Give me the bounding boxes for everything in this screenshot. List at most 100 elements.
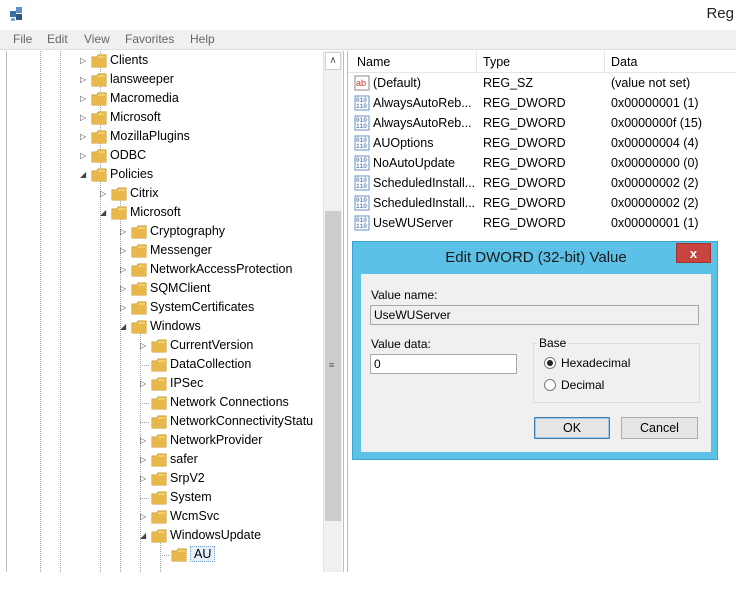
- tree-node[interactable]: ▷ SystemCertificates: [120, 299, 323, 318]
- tree-node[interactable]: ▷ IPSec: [140, 375, 323, 394]
- tree-node-label: Citrix: [130, 186, 159, 200]
- tree-node-label: CurrentVersion: [170, 338, 254, 352]
- collapse-arrow-icon[interactable]: ◢: [80, 171, 88, 179]
- menu-favorites[interactable]: Favorites: [125, 32, 174, 46]
- expand-arrow-icon[interactable]: ▷: [80, 57, 88, 65]
- expand-arrow-icon[interactable]: ▷: [100, 190, 108, 198]
- menu-view[interactable]: View: [84, 32, 110, 46]
- expand-arrow-icon[interactable]: ▷: [120, 266, 128, 274]
- tree-node-label: IPSec: [170, 376, 204, 390]
- tree-node[interactable]: ▷ Cryptography: [120, 223, 323, 242]
- tree-node-label: lansweeper: [110, 72, 174, 86]
- collapse-arrow-icon[interactable]: ◢: [140, 532, 148, 540]
- tree-node-label: Messenger: [150, 243, 212, 257]
- ok-button[interactable]: OK: [534, 417, 610, 439]
- tree-node[interactable]: ◢ WindowsUpdate: [140, 527, 323, 546]
- tree-node[interactable]: ▷ SrpV2: [140, 470, 323, 489]
- column-data-header[interactable]: Data: [611, 55, 637, 69]
- decimal-radio[interactable]: Decimal: [544, 377, 644, 393]
- collapse-arrow-icon[interactable]: ◢: [120, 323, 128, 331]
- column-type-header[interactable]: Type: [483, 55, 510, 69]
- expand-arrow-icon[interactable]: ▷: [120, 228, 128, 236]
- tree-node[interactable]: ◢ Microsoft: [100, 204, 323, 223]
- tree-node[interactable]: ▷ Messenger: [120, 242, 323, 261]
- tree-node[interactable]: ▷ Macromedia: [80, 90, 323, 109]
- expand-arrow-icon[interactable]: ▷: [80, 152, 88, 160]
- expand-arrow-icon[interactable]: ▷: [140, 513, 148, 521]
- tree-node[interactable]: ▷ MozillaPlugins: [80, 128, 323, 147]
- expand-arrow-icon[interactable]: ▷: [80, 95, 88, 103]
- expand-arrow-icon[interactable]: ▷: [140, 475, 148, 483]
- tree-node[interactable]: ▷ safer: [140, 451, 323, 470]
- list-row[interactable]: ab (Default) REG_SZ (value not set): [348, 73, 736, 93]
- binary-value-icon: 010110: [354, 135, 370, 151]
- tree-node[interactable]: ▷ Clients: [80, 52, 323, 71]
- tree-node[interactable]: ▷ Citrix: [100, 185, 323, 204]
- tree-node[interactable]: DataCollection: [140, 356, 323, 375]
- menu-file[interactable]: File: [13, 32, 32, 46]
- tree-node[interactable]: System: [140, 489, 323, 508]
- folder-icon: [91, 130, 107, 144]
- tree-node-label: SQMClient: [150, 281, 211, 295]
- folder-icon: [151, 415, 167, 429]
- list-row[interactable]: 010 110 ScheduledInstall... REG_DWORD 0x0000…: [348, 173, 736, 193]
- tree-node[interactable]: ▷ SQMClient: [120, 280, 323, 299]
- folder-icon: [91, 168, 107, 182]
- tree-node-label: System: [170, 490, 212, 504]
- tree-node[interactable]: ▷ ODBC: [80, 147, 323, 166]
- tree-node[interactable]: NetworkConnectivityStatu: [140, 413, 323, 432]
- expand-arrow-icon[interactable]: ▷: [80, 133, 88, 141]
- list-row[interactable]: 010 110 ScheduledInstall... REG_DWORD 0x0000…: [348, 193, 736, 213]
- value-data-field[interactable]: [370, 354, 517, 374]
- scroll-up-button[interactable]: ∧: [325, 52, 341, 70]
- close-button[interactable]: x: [676, 243, 711, 263]
- expand-arrow-icon[interactable]: ▷: [140, 380, 148, 388]
- tree-node[interactable]: ▷ WcmSvc: [140, 508, 323, 527]
- list-row[interactable]: 010 110 NoAutoUpdate REG_DWORD 0x00000000 (0…: [348, 153, 736, 173]
- expand-arrow-icon[interactable]: ▷: [80, 76, 88, 84]
- tree-node-label: Cryptography: [150, 224, 226, 238]
- expand-arrow-icon[interactable]: ▷: [140, 437, 148, 445]
- tree-node[interactable]: ▷ lansweeper: [80, 71, 323, 90]
- cell-data: 0x00000004 (4): [611, 136, 699, 150]
- list-row[interactable]: 010 110 UseWUServer REG_DWORD 0x00000001 (1): [348, 213, 736, 233]
- folder-icon: [151, 377, 167, 391]
- list-row[interactable]: 010 110 AlwaysAutoReb... REG_DWORD 0x0000000…: [348, 113, 736, 133]
- binary-value-icon: 010110: [354, 155, 370, 171]
- expand-arrow-icon[interactable]: ▷: [120, 247, 128, 255]
- expand-arrow-icon[interactable]: ▷: [140, 342, 148, 350]
- svg-text:110: 110: [356, 203, 367, 210]
- folder-icon: [111, 187, 127, 201]
- cell-type: REG_DWORD: [483, 216, 566, 230]
- expand-arrow-icon[interactable]: ▷: [80, 114, 88, 122]
- menu-help[interactable]: Help: [190, 32, 215, 46]
- tree-node-label: Microsoft: [130, 205, 181, 219]
- list-row[interactable]: 010 110 AlwaysAutoReb... REG_DWORD 0x0000000…: [348, 93, 736, 113]
- collapse-arrow-icon[interactable]: ◢: [100, 209, 108, 217]
- tree-scrollbar[interactable]: ∧ ≡: [323, 51, 342, 572]
- hexadecimal-radio[interactable]: Hexadecimal: [544, 355, 644, 371]
- tree-node[interactable]: ▷ Microsoft: [80, 109, 323, 128]
- menu-edit[interactable]: Edit: [47, 32, 68, 46]
- cell-type: REG_DWORD: [483, 196, 566, 210]
- column-name-header[interactable]: Name: [357, 55, 390, 69]
- tree-node[interactable]: AU: [160, 546, 323, 565]
- tree-node[interactable]: ▷ NetworkProvider: [140, 432, 323, 451]
- tree-node-label: Network Connections: [170, 395, 289, 409]
- value-name-field[interactable]: [370, 305, 699, 325]
- expand-arrow-icon[interactable]: ▷: [140, 456, 148, 464]
- tree-node-label: MozillaPlugins: [110, 129, 190, 143]
- scroll-thumb[interactable]: ≡: [325, 211, 341, 521]
- folder-icon: [91, 92, 107, 106]
- cell-name: ScheduledInstall...: [373, 176, 476, 190]
- tree-node[interactable]: ◢ Windows: [120, 318, 323, 337]
- tree-node-label: NetworkAccessProtection: [150, 262, 293, 276]
- tree-node[interactable]: Network Connections: [140, 394, 323, 413]
- cancel-button[interactable]: Cancel: [621, 417, 698, 439]
- expand-arrow-icon[interactable]: ▷: [120, 304, 128, 312]
- tree-node[interactable]: ▷ NetworkAccessProtection: [120, 261, 323, 280]
- list-row[interactable]: 010 110 AUOptions REG_DWORD 0x00000004 (4): [348, 133, 736, 153]
- tree-node[interactable]: ◢ Policies: [80, 166, 323, 185]
- expand-arrow-icon[interactable]: ▷: [120, 285, 128, 293]
- tree-node[interactable]: ▷ CurrentVersion: [140, 337, 323, 356]
